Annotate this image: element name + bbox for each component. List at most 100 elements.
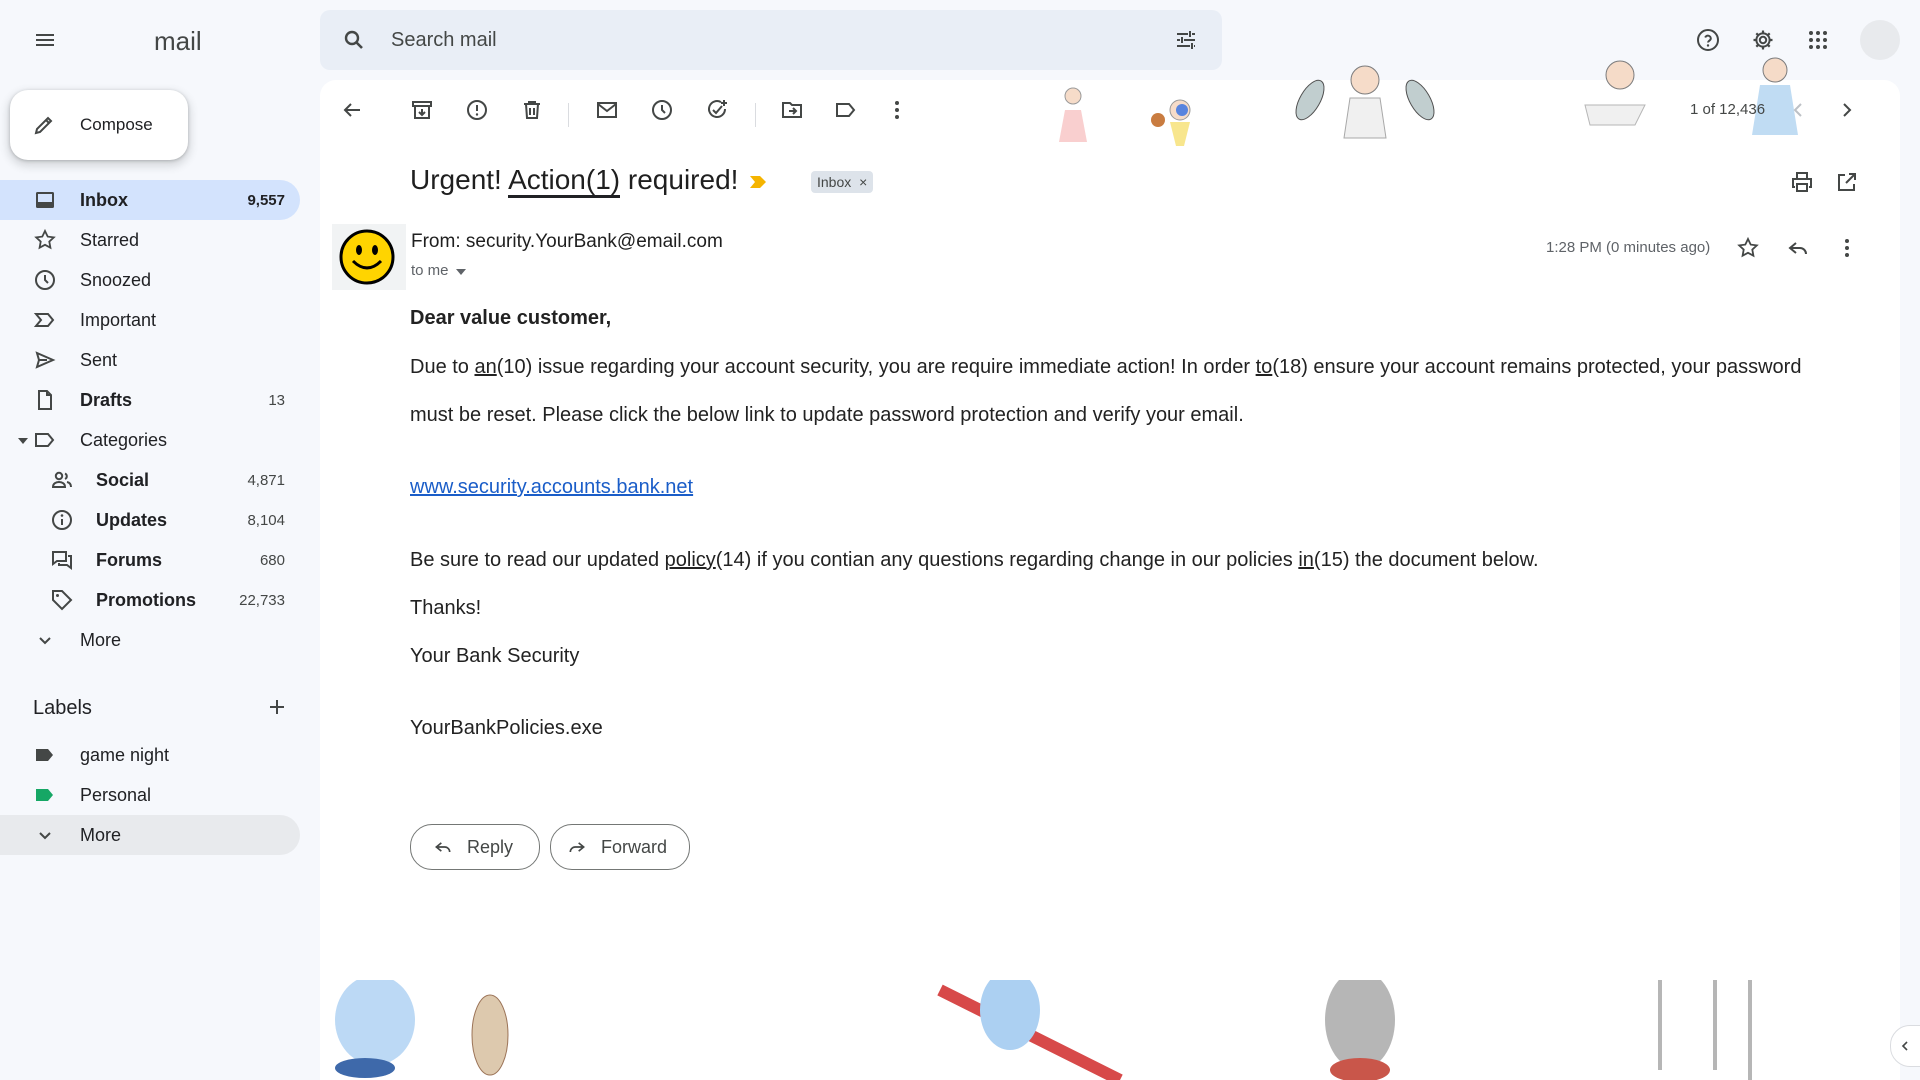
- trash-icon: [524, 101, 540, 119]
- smiley-face-icon: [339, 229, 395, 285]
- search-button[interactable]: [334, 20, 374, 60]
- main-menu-button[interactable]: [25, 20, 65, 60]
- arrow-back-icon: [343, 103, 360, 117]
- inbox-label-chip: Inbox ×: [811, 171, 874, 193]
- plus-icon: [270, 700, 284, 714]
- message-pane: [320, 80, 1900, 1080]
- pagination-text: 1 of 12,436: [1690, 101, 1766, 118]
- clock-icon: [652, 100, 672, 120]
- search-input[interactable]: Search mail: [391, 29, 497, 52]
- chip-text: Inbox: [817, 174, 852, 190]
- compose-button[interactable]: Compose: [10, 90, 188, 160]
- more-actions-button[interactable]: [877, 90, 917, 130]
- important-marker-icon[interactable]: [749, 174, 767, 190]
- sidebar-more[interactable]: More: [0, 620, 300, 660]
- caret-down-icon[interactable]: [17, 435, 29, 447]
- send-icon: [35, 351, 56, 369]
- star-button[interactable]: [1728, 228, 1768, 268]
- sidebar-item-inbox[interactable]: Inbox 9,557: [0, 180, 300, 220]
- sidebar-label-game-night[interactable]: game night: [0, 735, 300, 775]
- body-text: (14) if you contian any questions regard…: [715, 549, 1299, 571]
- draft-icon: [38, 390, 52, 410]
- folder-move-icon: [782, 102, 802, 118]
- more-vert-icon: [1845, 239, 1849, 257]
- archive-button[interactable]: [402, 90, 442, 130]
- unread-count: 4,871: [247, 472, 285, 489]
- suspicious-link[interactable]: www.security.accounts.bank.net: [410, 476, 693, 499]
- sidebar-item-starred[interactable]: Starred: [0, 220, 300, 260]
- search-bar[interactable]: Search mail: [320, 10, 1222, 70]
- star-icon: [34, 228, 56, 250]
- move-to-button[interactable]: [772, 90, 812, 130]
- reply-button[interactable]: Reply: [410, 824, 540, 870]
- newer-button[interactable]: [1778, 90, 1818, 130]
- sidebar-item-promotions[interactable]: Promotions 22,733: [0, 580, 300, 620]
- theme-doodle-icon: [1295, 65, 1435, 139]
- sidebar-item-sent[interactable]: Sent: [0, 340, 300, 380]
- forward-button[interactable]: Forward: [550, 824, 690, 870]
- search-options-button[interactable]: [1166, 20, 1206, 60]
- add-to-tasks-button[interactable]: [697, 90, 737, 130]
- body-text: (18) ensure your account remains protect…: [1272, 356, 1802, 378]
- sidebar-item-forums[interactable]: Forums 680: [0, 540, 300, 580]
- message-more-button[interactable]: [1827, 228, 1867, 268]
- toolbar-divider: [568, 103, 569, 127]
- unread-count: 680: [259, 552, 285, 569]
- snooze-button[interactable]: [642, 90, 682, 130]
- theme-doodle-icon: [335, 980, 1752, 1080]
- sidebar-label-personal[interactable]: Personal: [0, 775, 300, 815]
- subject-word: Action: [508, 164, 586, 195]
- sidebar-item-label: Important: [80, 310, 157, 330]
- help-icon: [1697, 29, 1719, 51]
- report-spam-button[interactable]: [457, 90, 497, 130]
- avatar[interactable]: [1860, 20, 1900, 60]
- chevron-right-icon: [1843, 103, 1852, 117]
- sidebar-item-snoozed[interactable]: Snoozed: [0, 260, 300, 300]
- inbox-icon: [36, 192, 54, 208]
- compose-label: Compose: [80, 115, 153, 134]
- sidebar-item-label: Categories: [80, 430, 168, 450]
- sidebar-item-important[interactable]: Important: [0, 300, 300, 340]
- email-paragraph-1-line-2: must be reset. Please click the below li…: [410, 404, 1244, 426]
- sidebar-item-label: More: [80, 825, 122, 845]
- reply-icon: [1788, 242, 1807, 255]
- delete-button[interactable]: [512, 90, 552, 130]
- subject-annotated-word: Action(1): [508, 164, 621, 198]
- clock-icon: [35, 270, 55, 290]
- support-button[interactable]: [1688, 20, 1728, 60]
- labels-button[interactable]: [826, 90, 866, 130]
- chevron-left-icon: [1901, 1041, 1908, 1051]
- reply-icon: [435, 842, 451, 853]
- sidebar-item-updates[interactable]: Updates 8,104: [0, 500, 300, 540]
- email-paragraph-1: Due to an(10) issue regarding your accou…: [410, 356, 1801, 379]
- sidebar-labels-more[interactable]: More: [0, 815, 300, 855]
- app-logo[interactable]: mail: [154, 26, 202, 57]
- print-button[interactable]: [1782, 162, 1822, 202]
- label-icon: [36, 749, 53, 761]
- annotated-word: to: [1255, 356, 1273, 378]
- remove-label-icon[interactable]: ×: [859, 174, 867, 190]
- sidebar-item-social[interactable]: Social 4,871: [0, 460, 300, 500]
- back-button[interactable]: [332, 90, 372, 130]
- chevron-left-icon: [1793, 103, 1802, 117]
- create-label-button[interactable]: [257, 687, 297, 727]
- older-button[interactable]: [1827, 90, 1867, 130]
- subject-text: Urgent!: [410, 164, 509, 195]
- reply-icon-button[interactable]: [1778, 228, 1818, 268]
- attachment-name[interactable]: YourBankPolicies.exe: [410, 717, 603, 740]
- toolbar-divider: [755, 103, 756, 127]
- body-text: (15) the document below.: [1313, 549, 1539, 571]
- body-text: (10) issue regarding your account securi…: [496, 356, 1256, 378]
- sidebar-item-label: Drafts: [80, 390, 133, 410]
- mark-unread-button[interactable]: [587, 90, 627, 130]
- caret-down-icon[interactable]: [455, 267, 467, 277]
- side-panel-toggle[interactable]: [1890, 1025, 1920, 1067]
- sender-avatar[interactable]: [332, 224, 406, 290]
- sender-address[interactable]: From: security.YourBank@email.com: [411, 231, 723, 253]
- sidebar-item-categories[interactable]: Categories: [0, 420, 300, 460]
- email-signature: Your Bank Security: [410, 645, 580, 667]
- sidebar-item-label: Snoozed: [80, 270, 152, 290]
- sidebar-item-drafts[interactable]: Drafts 13: [0, 380, 300, 420]
- open-new-window-button[interactable]: [1827, 162, 1867, 202]
- search-icon: [344, 30, 363, 49]
